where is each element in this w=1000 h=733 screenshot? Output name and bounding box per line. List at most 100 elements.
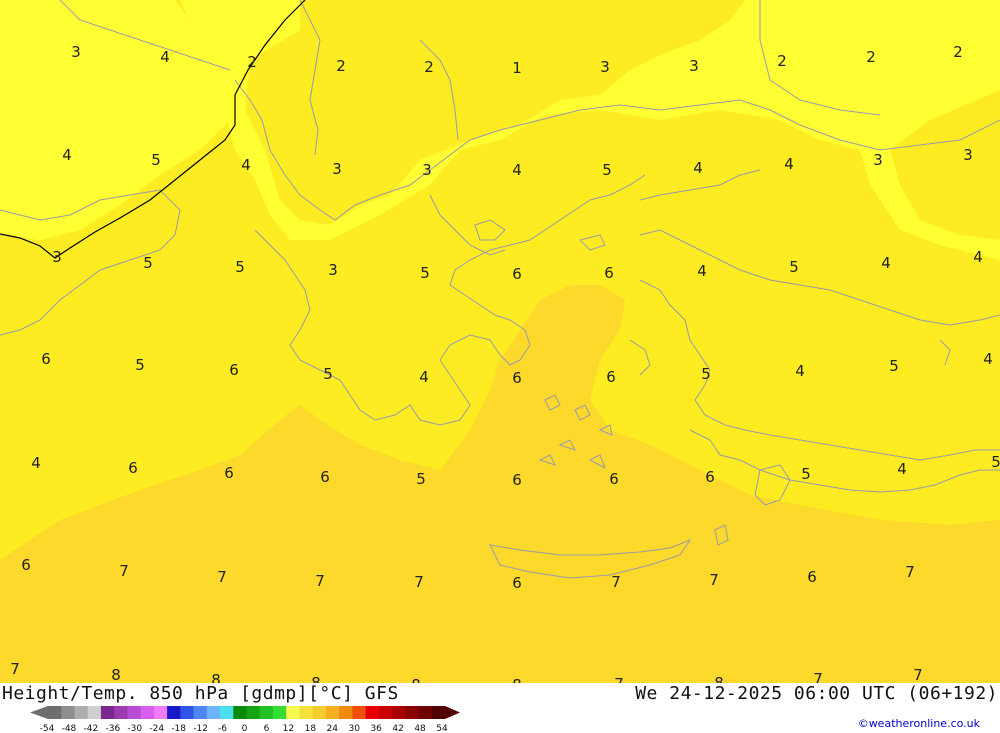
temperature-label: 4 <box>795 362 805 380</box>
temperature-label: 6 <box>41 350 51 368</box>
temperature-label: 7 <box>913 666 923 683</box>
scale-swatch <box>61 706 75 719</box>
scale-swatch <box>140 706 155 719</box>
scale-tick-label: -6 <box>218 724 227 733</box>
credit-link[interactable]: ©weatheronline.co.uk <box>858 717 980 730</box>
temperature-label: 3 <box>689 57 699 75</box>
scale-swatch <box>339 706 353 719</box>
temperature-label: 3 <box>71 43 81 61</box>
color-scale-ticks: -54 -48 -42 -36 -30 -24 -18 -12 -6 0 6 12 18 24 30 36 42… <box>40 724 448 733</box>
map-datetime: We 24-12-2025 06:00 UTC (06+192) <box>635 683 998 704</box>
temperature-label: 7 <box>315 572 325 590</box>
temperature-label: 2 <box>777 52 787 70</box>
temperature-label: 4 <box>241 156 251 174</box>
scale-swatch <box>246 706 261 719</box>
scale-tick-label: -54 <box>40 724 55 733</box>
scale-swatch <box>272 706 287 719</box>
scale-swatch <box>48 706 62 719</box>
scale-tick-label: 36 <box>370 724 382 733</box>
scale-swatch <box>206 706 221 719</box>
temperature-label: 6 <box>807 568 817 586</box>
map-title: Height/Temp. 850 hPa [gdmp][°C] GFS <box>2 683 399 704</box>
temperature-label: 7 <box>905 563 915 581</box>
scale-tick-label: 0 <box>242 724 248 733</box>
temperature-label: 5 <box>420 264 430 282</box>
scale-tick-label: -48 <box>62 724 77 733</box>
scale-swatch <box>180 706 195 719</box>
scale-tick-label: -30 <box>127 724 142 733</box>
scale-right-arrow <box>445 706 460 719</box>
scale-tick-label: 24 <box>327 724 339 733</box>
temperature-label: 7 <box>813 670 823 683</box>
scale-swatch <box>153 706 168 719</box>
temperature-label: 6 <box>229 361 239 379</box>
scale-swatch <box>87 706 102 719</box>
scale-swatch <box>312 706 327 719</box>
color-scale: -54 -48 -42 -36 -30 -24 -18 -12 -6 0 6 12 18 24 30 36 42… <box>30 706 460 733</box>
scale-tick-label: -24 <box>149 724 164 733</box>
scale-swatch <box>378 706 393 719</box>
temperature-label: 3 <box>328 261 338 279</box>
scale-swatch <box>352 706 367 719</box>
temperature-label: 6 <box>705 468 715 486</box>
temperature-label: 4 <box>512 161 522 179</box>
scale-swatch <box>286 706 300 719</box>
temperature-label: 8 <box>512 676 522 683</box>
temperature-label: 2 <box>336 57 346 75</box>
temperature-label: 4 <box>160 48 170 66</box>
temperature-label: 5 <box>889 357 899 375</box>
scale-tick-label: -18 <box>171 724 186 733</box>
temperature-label: 5 <box>701 365 711 383</box>
map-canvas: 3 4 2 2 2 1 3 3 2 2 2 4 5 4 3 3 4 5 4 4 3 3 5 5 3 5 6 6 4 5 4 4 6 5 6 5 4 6 6 5… <box>0 0 1000 683</box>
temperature-label: 6 <box>512 265 522 283</box>
temperature-label: 8 <box>111 666 121 683</box>
scale-swatch <box>392 706 406 719</box>
temperature-label: 5 <box>801 465 811 483</box>
scale-swatch <box>405 706 420 719</box>
temperature-label: 6 <box>606 368 616 386</box>
temperature-label: 5 <box>789 258 799 276</box>
temperature-label: 8 <box>411 676 421 683</box>
temperature-label: 8 <box>714 674 724 683</box>
scale-swatch <box>220 706 234 719</box>
scale-swatch <box>325 706 340 719</box>
temperature-label: 7 <box>119 562 129 580</box>
temperature-label: 4 <box>419 368 429 386</box>
temperature-label: 3 <box>422 161 432 179</box>
map-footer: Height/Temp. 850 hPa [gdmp][°C] GFS We 2… <box>0 683 1000 733</box>
scale-tick-label: 12 <box>283 724 294 733</box>
temperature-label: 7 <box>414 573 424 591</box>
temperature-label: 3 <box>332 160 342 178</box>
contour-label: 3 <box>52 248 62 266</box>
temperature-label: 5 <box>235 258 245 276</box>
temperature-label: 5 <box>323 365 333 383</box>
temperature-label: 2 <box>424 58 434 76</box>
temperature-label: 6 <box>512 369 522 387</box>
temperature-label: 8 <box>311 674 321 683</box>
temperature-label: 6 <box>320 468 330 486</box>
scale-tick-label: 6 <box>264 724 270 733</box>
scale-tick-label: -36 <box>105 724 120 733</box>
scale-swatch <box>365 706 380 719</box>
temperature-label: 4 <box>693 159 703 177</box>
temperature-label: 5 <box>135 356 145 374</box>
temperature-label: 2 <box>953 43 963 61</box>
temperature-label: 4 <box>983 350 993 368</box>
scale-swatch <box>259 706 274 719</box>
scale-swatch <box>299 706 314 719</box>
temperature-label: 5 <box>416 470 426 488</box>
scale-swatch <box>431 706 446 719</box>
scale-tick-label: 54 <box>436 724 448 733</box>
temperature-label: 6 <box>512 471 522 489</box>
temperature-label: 1 <box>512 59 522 77</box>
scale-tick-label: 30 <box>348 724 360 733</box>
temperature-label: 4 <box>897 460 907 478</box>
temperature-label: 3 <box>873 151 883 169</box>
temperature-label: 4 <box>973 248 983 266</box>
scale-swatch <box>233 706 247 719</box>
temperature-label: 6 <box>224 464 234 482</box>
temperature-label: 4 <box>31 454 41 472</box>
temperature-label: 7 <box>10 660 20 678</box>
temperature-label: 8 <box>211 671 221 683</box>
temperature-label: 5 <box>143 254 153 272</box>
